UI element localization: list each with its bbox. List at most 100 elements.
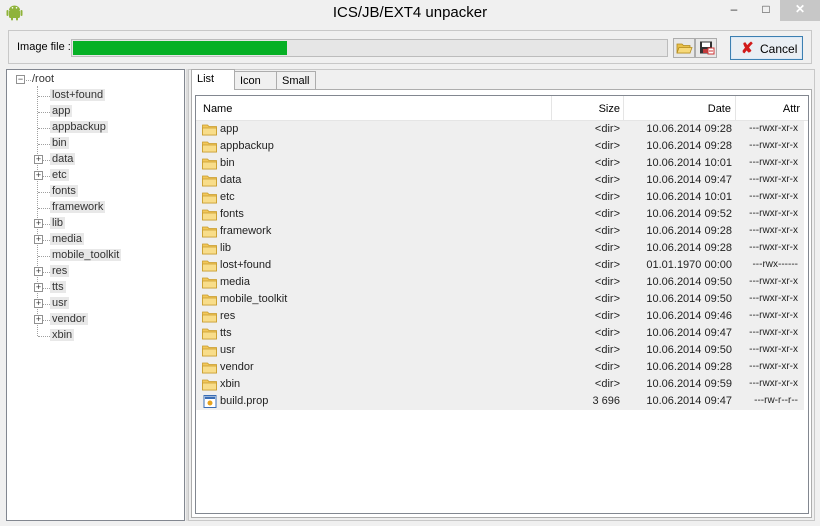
folder-icon [202,259,218,272]
table-row[interactable]: etc <dir> 10.06.2014 10:01 ---rwxr-xr-x [196,189,804,206]
file-size: <dir> [594,191,620,203]
file-date: 01.01.1970 00:00 [646,259,732,271]
table-row[interactable]: fonts <dir> 10.06.2014 09:52 ---rwxr-xr-x [196,206,804,223]
folder-icon [202,293,218,306]
folder-icon [202,157,218,170]
file-date: 10.06.2014 09:47 [646,327,732,339]
column-header-size[interactable]: Size [552,96,624,121]
file-size: <dir> [594,140,620,152]
folder-icon [202,310,218,323]
folder-icon [202,208,218,221]
image-file-panel: Image file : ✘ Cancel [8,30,812,64]
table-row[interactable]: res <dir> 10.06.2014 09:46 ---rwxr-xr-x [196,308,804,325]
tree-label: /root [32,73,55,85]
file-size: <dir> [594,361,620,373]
file-size: <dir> [594,225,620,237]
close-button[interactable]: ✕ [780,0,820,21]
file-date: 10.06.2014 09:47 [646,395,732,407]
table-row[interactable]: mobile_toolkit <dir> 10.06.2014 09:50 ---rw… [196,291,804,308]
expand-icon[interactable]: + [34,219,43,228]
file-name: vendor [220,361,254,373]
folder-icon [202,191,218,204]
table-row[interactable]: app <dir> 10.06.2014 09:28 ---rwxr-xr-x [196,121,804,138]
progress-bar [71,39,668,57]
file-attr: ---rwxr-xr-x [749,123,798,134]
table-row[interactable]: usr <dir> 10.06.2014 09:50 ---rwxr-xr-x [196,342,804,359]
expand-icon[interactable]: + [34,267,43,276]
table-row[interactable]: bin <dir> 10.06.2014 10:01 ---rwxr-xr-x [196,155,804,172]
table-row[interactable]: lost+found <dir> 01.01.1970 00:00 ---rwx---… [196,257,804,274]
collapse-icon[interactable]: − [16,75,25,84]
expand-icon[interactable]: + [34,315,43,324]
tree-label: tts [50,281,66,293]
file-size: <dir> [594,378,620,390]
file-date: 10.06.2014 09:59 [646,378,732,390]
expand-icon[interactable]: + [34,283,43,292]
file-attr: ---rwxr-xr-x [749,191,798,202]
file-attr: ---rwxr-xr-x [749,140,798,151]
file-date: 10.06.2014 10:01 [646,191,732,203]
file-name: etc [220,191,235,203]
table-row[interactable]: lib <dir> 10.06.2014 09:28 ---rwxr-xr-x [196,240,804,257]
tab-small[interactable]: Small [276,71,316,90]
expand-icon[interactable]: + [34,171,43,180]
file-size: <dir> [594,123,620,135]
tree-label: res [50,265,70,277]
column-header-date[interactable]: Date [624,96,736,121]
file-icon [202,395,218,408]
file-date: 10.06.2014 09:28 [646,361,732,373]
file-size: <dir> [594,327,620,339]
file-attr: ---rwxr-xr-x [749,242,798,253]
file-name: framework [220,225,272,237]
file-date: 10.06.2014 09:52 [646,208,732,220]
tree-label: appbackup [50,121,108,133]
expand-icon[interactable]: + [34,155,43,164]
file-size: <dir> [594,344,620,356]
table-row[interactable]: appbackup <dir> 10.06.2014 09:28 ---rwxr-xr… [196,138,804,155]
tree-label: mobile_toolkit [50,249,122,261]
table-row[interactable]: data <dir> 10.06.2014 09:47 ---rwxr-xr-x [196,172,804,189]
file-date: 10.06.2014 09:50 [646,293,732,305]
table-row[interactable]: framework <dir> 10.06.2014 09:28 ---rwxr-xr… [196,223,804,240]
minimize-button[interactable]: – [720,0,748,21]
tab-list[interactable]: List [191,69,235,90]
table-row[interactable]: tts <dir> 10.06.2014 09:47 ---rwxr-xr-x [196,325,804,342]
file-date: 10.06.2014 09:50 [646,276,732,288]
file-name: tts [220,327,232,339]
file-name: media [220,276,250,288]
red-x-icon: ✘ [741,40,754,57]
title-bar: ICS/JB/EXT4 unpacker – □ ✕ [0,0,820,26]
file-name: bin [220,157,235,169]
table-row[interactable]: xbin <dir> 10.06.2014 09:59 ---rwxr-xr-x [196,376,804,393]
open-image-button[interactable] [673,38,695,58]
expand-icon[interactable]: + [34,235,43,244]
file-date: 10.06.2014 09:46 [646,310,732,322]
folder-icon [202,242,218,255]
file-name: xbin [220,378,241,390]
file-name: app [220,123,239,135]
table-row[interactable]: vendor <dir> 10.06.2014 09:28 ---rwxr-xr-x [196,359,804,376]
column-header-name[interactable]: Name [196,96,552,121]
file-date: 10.06.2014 09:28 [646,225,732,237]
file-list[interactable]: Name Size Date Attr app <dir> 10.06.2014 0… [195,95,809,514]
column-header-attr[interactable]: Attr [736,96,808,121]
tree-label: lib [50,217,66,229]
file-name: lib [220,242,232,254]
folder-tree[interactable]: −/root lost+found app appbackup bin + data + etc… [6,69,185,521]
folder-icon [202,361,218,374]
table-row[interactable]: build.prop 3 696 10.06.2014 09:47 ---rw-r--… [196,393,804,410]
expand-icon[interactable]: + [34,299,43,308]
file-date: 10.06.2014 10:01 [646,157,732,169]
file-date: 10.06.2014 09:28 [646,242,732,254]
cancel-button[interactable]: ✘ Cancel [730,36,803,60]
file-size: <dir> [594,259,620,271]
table-row[interactable]: media <dir> 10.06.2014 09:50 ---rwxr-xr-x [196,274,804,291]
tree-label: lost+found [50,89,106,101]
tree-label: fonts [50,185,78,197]
maximize-button[interactable]: □ [752,0,780,21]
tree-label: usr [50,297,70,309]
file-attr: ---rwxr-xr-x [749,378,798,389]
save-button[interactable] [695,38,717,58]
file-attr: ---rwxr-xr-x [749,310,798,321]
tab-icon[interactable]: Icon [234,71,277,90]
